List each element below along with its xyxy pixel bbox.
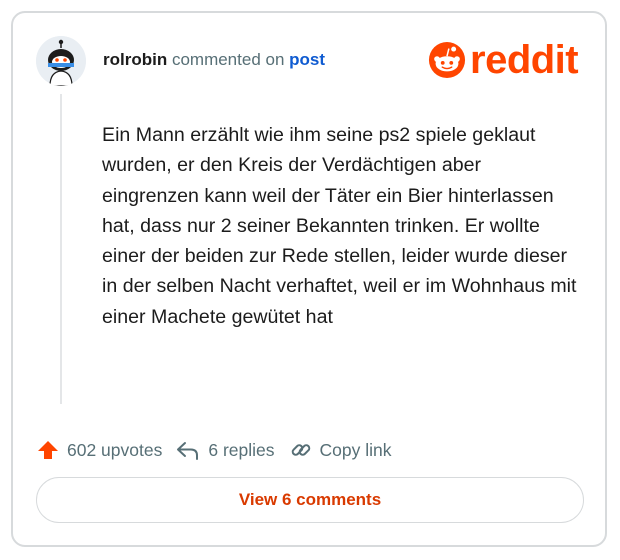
comment-header: rolrobin commented on post bbox=[103, 50, 325, 70]
replies-button[interactable]: 6 replies bbox=[176, 439, 275, 461]
copy-link-button[interactable]: Copy link bbox=[290, 439, 392, 461]
replies-label: 6 replies bbox=[208, 439, 275, 460]
copy-link-label: Copy link bbox=[319, 439, 392, 460]
upvote-button[interactable]: 602 upvotes bbox=[37, 439, 162, 461]
action-text: commented on bbox=[171, 50, 285, 69]
reply-icon bbox=[177, 442, 199, 460]
link-icon bbox=[291, 444, 310, 456]
action-bar: 602 upvotes 6 replies Copy link bbox=[37, 439, 392, 461]
username-link[interactable]: rolrobin bbox=[103, 50, 167, 69]
thread-line bbox=[60, 94, 62, 404]
reddit-logo: reddit bbox=[428, 38, 579, 82]
reddit-wordmark: reddit bbox=[470, 38, 579, 82]
post-link[interactable]: post bbox=[289, 50, 325, 69]
reddit-logo-icon bbox=[428, 41, 466, 79]
avatar[interactable] bbox=[36, 36, 86, 86]
view-comments-button[interactable]: View 6 comments bbox=[36, 477, 584, 523]
upvote-arrow-icon[interactable] bbox=[37, 439, 59, 461]
snoo-avatar-icon bbox=[36, 36, 86, 86]
comment-body: Ein Mann erzählt wie ihm seine ps2 spiel… bbox=[102, 124, 577, 328]
upvote-count: 602 upvotes bbox=[67, 439, 163, 460]
